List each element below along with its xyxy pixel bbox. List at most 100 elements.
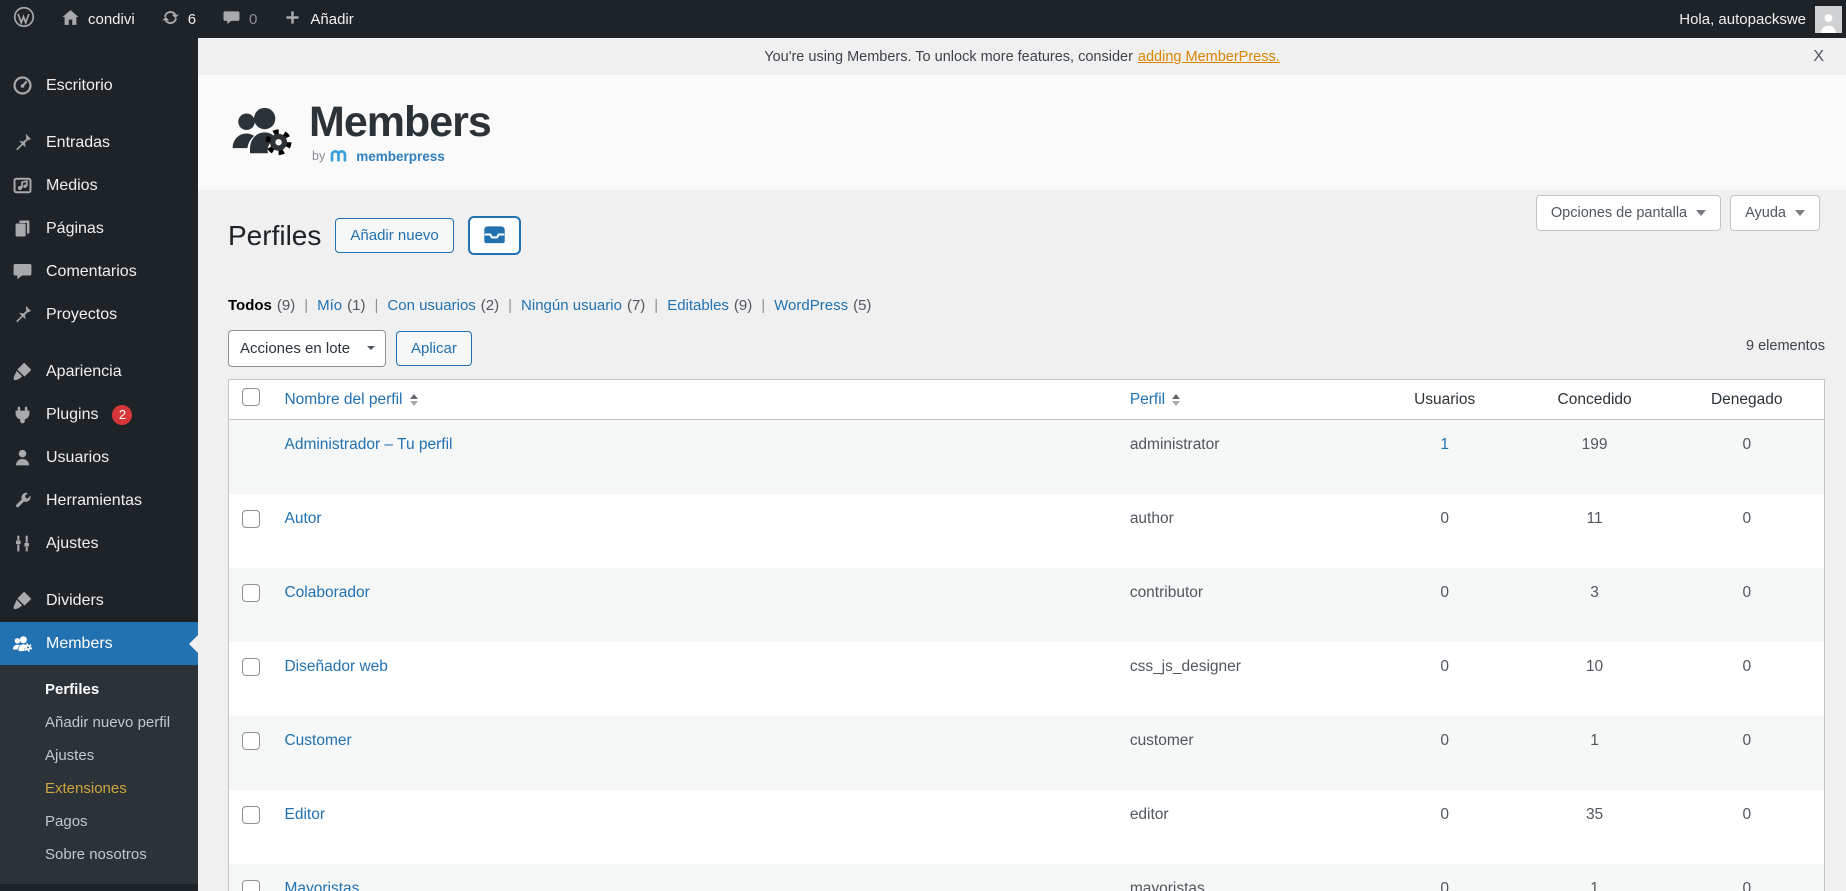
account-menu[interactable]: Hola, autopackswe [1679, 0, 1846, 38]
filter-todos[interactable]: Todos (9) [228, 297, 295, 314]
filter-count: (1) [347, 297, 366, 314]
role-name-link[interactable]: Mayoristas [284, 880, 359, 891]
brush-icon [11, 589, 34, 612]
filter-mio[interactable]: Mío (1) [317, 297, 365, 314]
denied-count: 0 [1742, 509, 1752, 527]
filter-editables[interactable]: Editables (9) [667, 297, 752, 314]
submenu-item-extensiones[interactable]: Extensiones [0, 772, 198, 805]
sidebar-item-comentarios[interactable]: Comentarios [0, 250, 198, 293]
sidebar-item-entradas[interactable]: Entradas [0, 121, 198, 164]
updates-menu[interactable]: 6 [148, 0, 209, 38]
denied-column-header: Denegado [1669, 379, 1825, 420]
comments-icon [11, 260, 34, 283]
bulk-actions-select[interactable]: Acciones en lote [228, 329, 386, 367]
account-greeting: Hola, autopackswe [1679, 10, 1806, 28]
users-column-header: Usuarios [1369, 379, 1520, 420]
role-name-link[interactable]: Colaborador [284, 584, 369, 601]
filter-count: (7) [626, 297, 646, 314]
filter-ningun-usuario[interactable]: Ningún usuario (7) [521, 297, 645, 314]
role-name-link[interactable]: Administrador – Tu perfil [284, 436, 452, 453]
sidebar-item-usuarios[interactable]: Usuarios [0, 436, 198, 479]
filter-wordpress[interactable]: WordPress (5) [774, 297, 871, 314]
role-row-customer: Customer customer 0 1 0 [228, 715, 1825, 790]
sidebar-item-herramientas[interactable]: Herramientas [0, 479, 198, 522]
memberpress-notice: You're using Members. To unlock more fea… [198, 38, 1846, 75]
sidebar-item-members[interactable]: Members [0, 622, 198, 665]
sidebar-item-label: Usuarios [46, 448, 110, 466]
sidebar-item-ajustes[interactable]: Ajustes [0, 522, 198, 565]
row-checkbox[interactable] [242, 583, 260, 602]
sort-arrows-icon [1172, 390, 1181, 410]
clone-role-button[interactable] [467, 216, 521, 255]
sidebar-item-apariencia[interactable]: Apariencia [0, 350, 198, 393]
row-checkbox[interactable] [242, 731, 260, 750]
filter-count: (2) [480, 297, 500, 314]
role-name-link[interactable]: Editor [284, 806, 325, 823]
row-checkbox[interactable] [242, 879, 260, 891]
users-count-link[interactable]: 1 [1440, 436, 1449, 453]
role-slug: css_js_designer [1129, 657, 1241, 675]
granted-count: 3 [1590, 583, 1599, 601]
users-count: 0 [1440, 657, 1449, 675]
chevron-down-icon [1696, 210, 1707, 221]
granted-count: 35 [1585, 805, 1604, 823]
role-name-link[interactable]: Customer [284, 732, 351, 749]
submenu-item-anadir-nuevo-perfil[interactable]: Añadir nuevo perfil [0, 706, 198, 739]
filter-separator: | [761, 297, 766, 314]
submenu-item-sobre-nosotros[interactable]: Sobre nosotros [0, 838, 198, 871]
bulk-actions-row: Acciones en lote Aplicar 9 elementos [228, 329, 1825, 367]
comments-count: 0 [249, 10, 258, 28]
updates-icon [161, 8, 180, 31]
sidebar-item-label: Escritorio [46, 76, 113, 94]
help-button[interactable]: Ayuda [1730, 195, 1820, 231]
wordpress-logo-icon [13, 6, 35, 32]
granted-count: 1 [1590, 731, 1599, 749]
sidebar-item-proyectos[interactable]: Proyectos [0, 293, 198, 336]
submenu-item-pagos[interactable]: Pagos [0, 805, 198, 838]
granted-column-header: Concedido [1519, 379, 1670, 420]
content-area: You're using Members. To unlock more fea… [198, 38, 1846, 891]
filter-con-usuarios[interactable]: Con usuarios (2) [387, 297, 499, 314]
role-name-link[interactable]: Diseñador web [284, 658, 387, 675]
sort-by-role[interactable]: Perfil [1130, 390, 1181, 410]
wordpress-menu[interactable] [0, 0, 48, 38]
screen-tabs: Opciones de pantalla Ayuda [1535, 195, 1820, 231]
users-count: 0 [1440, 879, 1449, 891]
submenu-item-perfiles[interactable]: Perfiles [0, 673, 198, 706]
add-new-menu[interactable]: Añadir [270, 0, 366, 38]
members-logo: Members by memberpress [230, 100, 492, 165]
sidebar-item-plugins[interactable]: Plugins 2 [0, 393, 198, 436]
add-new-label: Añadir [310, 10, 354, 28]
row-checkbox[interactable] [242, 657, 260, 676]
sidebar-item-dividers[interactable]: Dividers [0, 579, 198, 622]
denied-count: 0 [1742, 805, 1752, 823]
add-new-role-button[interactable]: Añadir nuevo [335, 218, 454, 253]
sort-by-name[interactable]: Nombre del perfil [284, 390, 418, 410]
items-count: 9 elementos [1746, 338, 1825, 354]
members-plugin-header: Members by memberpress [198, 75, 1846, 190]
select-all-checkbox[interactable] [242, 388, 260, 406]
apply-button[interactable]: Aplicar [396, 330, 472, 366]
submenu-item-ajustes[interactable]: Ajustes [0, 739, 198, 772]
comments-menu[interactable]: 0 [209, 0, 270, 38]
sidebar-item-medios[interactable]: Medios [0, 164, 198, 207]
granted-count: 1 [1590, 879, 1599, 891]
comment-bubble-icon [222, 8, 241, 31]
role-name-link[interactable]: Autor [284, 510, 321, 527]
byline-prefix: by [312, 149, 326, 163]
memberpress-link[interactable]: adding MemberPress. [1138, 49, 1280, 65]
site-name: condivi [88, 10, 135, 28]
screen-options-button[interactable]: Opciones de pantalla [1535, 195, 1722, 231]
admin-bar-left: condivi 6 0 Añadir [0, 0, 367, 38]
sidebar-item-label: Ajustes [46, 534, 99, 552]
sidebar-item-paginas[interactable]: Páginas [0, 207, 198, 250]
site-link[interactable]: condivi [48, 0, 148, 38]
members-logo-text: Members by memberpress [309, 100, 492, 165]
sidebar-item-label: Medios [46, 176, 98, 194]
notice-close-button[interactable]: X [1813, 48, 1824, 66]
sort-arrows-icon [409, 390, 418, 410]
row-checkbox[interactable] [242, 805, 260, 824]
filter-separator: | [654, 297, 659, 314]
sidebar-item-escritorio[interactable]: Escritorio [0, 64, 198, 107]
row-checkbox[interactable] [242, 509, 260, 528]
